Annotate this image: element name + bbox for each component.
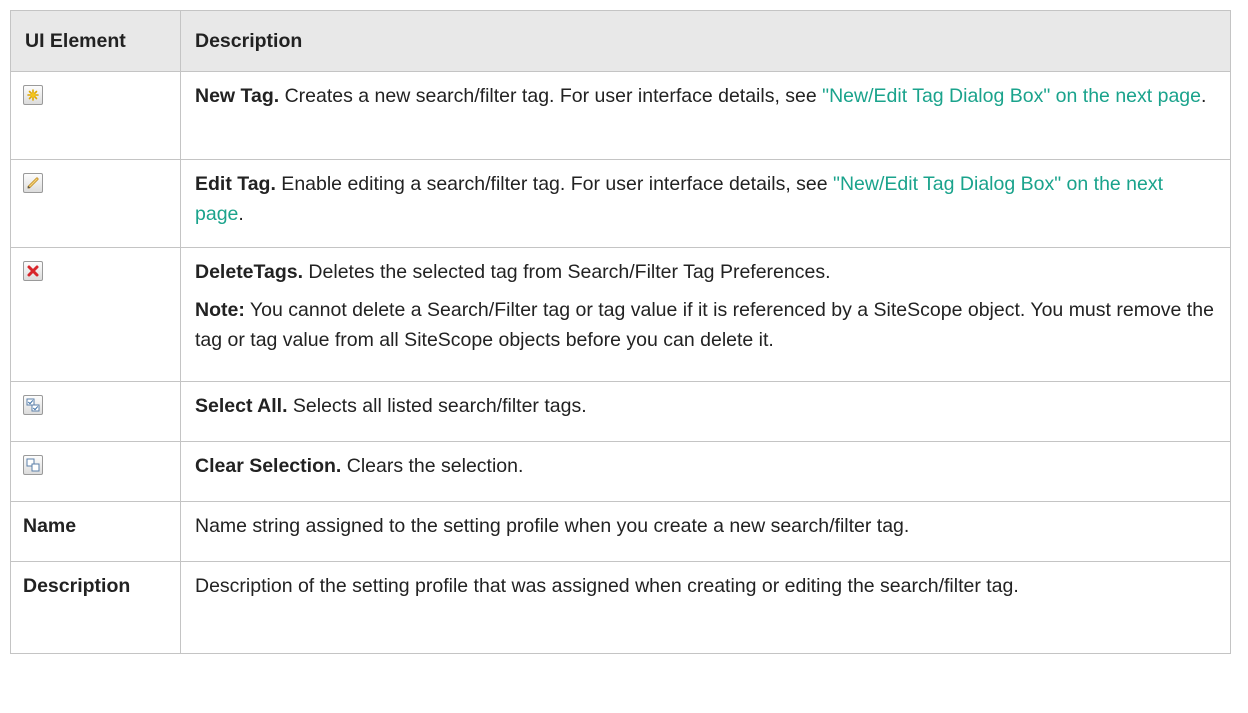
new-edit-tag-dialog-link[interactable]: "New/Edit Tag Dialog Box" on the next pa… [822,85,1201,107]
select-all-icon [23,395,43,415]
row-description: Description of the setting profile that … [195,575,1019,597]
row-title: Edit Tag. [195,173,276,195]
row-description-cell: Clear Selection. Clears the selection. [180,441,1231,502]
row-text: Selects all listed search/filter tags. [287,395,587,417]
table-row: DeleteTags. Deletes the selected tag fro… [10,247,1231,382]
row-description: Select All. Selects all listed search/fi… [195,391,1216,421]
note-label: Note: [195,299,245,321]
row-description-cell: Select All. Selects all listed search/fi… [180,381,1231,442]
edit-tag-icon [23,173,43,193]
row-icon-cell [10,159,181,248]
row-text-after: . [238,203,244,225]
row-label: Name [10,501,181,562]
row-title: DeleteTags. [195,261,304,283]
row-text: Deletes the selected tag from Search/Fil… [303,261,831,283]
table-row: Clear Selection. Clears the selection. [10,441,1231,502]
header-ui-element: UI Element [10,10,181,72]
row-description: Edit Tag. Enable editing a search/filter… [195,169,1216,229]
row-description-cell: Description of the setting profile that … [180,561,1231,654]
table-row: New Tag. Creates a new search/filter tag… [10,71,1231,160]
row-label: Description [10,561,181,654]
row-text: Clears the selection. [341,455,524,477]
row-icon-cell [10,247,181,382]
row-title: Select All. [195,395,288,417]
row-icon-cell [10,381,181,442]
note-text: You cannot delete a Search/Filter tag or… [195,299,1214,351]
row-title: New Tag. [195,85,280,107]
row-title: Clear Selection. [195,455,342,477]
table-row: Edit Tag. Enable editing a search/filter… [10,159,1231,248]
row-text: Creates a new search/filter tag. For use… [279,85,823,107]
ui-elements-table: UI Element Description New Tag. Creates … [10,10,1231,654]
row-description-cell: DeleteTags. Deletes the selected tag fro… [180,247,1231,382]
new-tag-icon [23,85,43,105]
row-text-after: . [1200,85,1207,107]
row-icon-cell [10,71,181,160]
row-description: New Tag. Creates a new search/filter tag… [195,81,1216,111]
row-description: DeleteTags. Deletes the selected tag fro… [195,257,1216,287]
row-description-cell: Edit Tag. Enable editing a search/filter… [180,159,1231,248]
row-icon-cell [10,441,181,502]
header-description: Description [180,10,1231,72]
row-description: Clear Selection. Clears the selection. [195,451,1216,481]
row-description-cell: New Tag. Creates a new search/filter tag… [180,71,1231,160]
row-note: Note: You cannot delete a Search/Filter … [195,295,1216,355]
table-header-row: UI Element Description [10,10,1231,72]
table-row: Description Description of the setting p… [10,561,1231,654]
row-description-cell: Name string assigned to the setting prof… [180,501,1231,562]
table-row: Select All. Selects all listed search/fi… [10,381,1231,442]
clear-selection-icon [23,455,43,475]
table-row: Name Name string assigned to the setting… [10,501,1231,562]
row-text: Enable editing a search/filter tag. For … [275,173,834,195]
delete-tags-icon [23,261,43,281]
row-description: Name string assigned to the setting prof… [195,515,910,537]
